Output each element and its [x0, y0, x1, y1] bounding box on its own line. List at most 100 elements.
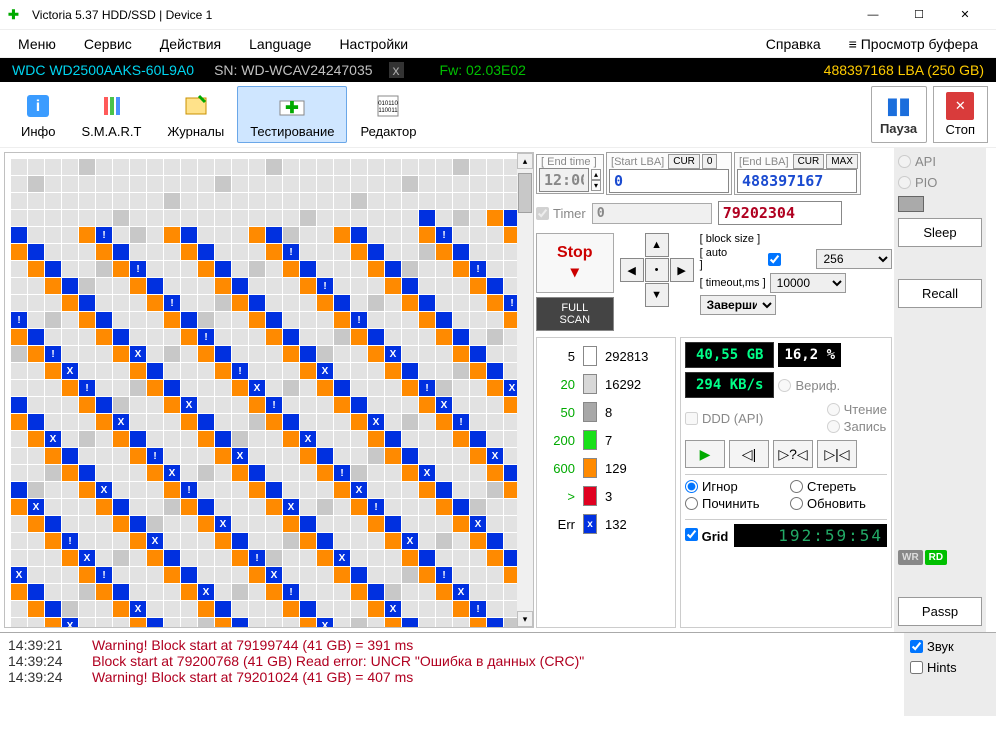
t50-label: 50 — [543, 405, 575, 420]
tab-smart[interactable]: S.M.A.R.T — [68, 86, 154, 143]
fix-radio[interactable]: Починить — [685, 496, 782, 511]
menu-actions[interactable]: Действия — [146, 32, 235, 56]
tgt-color — [583, 486, 597, 506]
end-time-input[interactable] — [539, 168, 589, 192]
svg-text:✚: ✚ — [286, 100, 299, 117]
t50-value: 8 — [605, 405, 612, 420]
start-zero-button[interactable]: 0 — [702, 154, 718, 169]
nav-down-icon[interactable]: ▼ — [645, 283, 669, 307]
tab-smart-label: S.M.A.R.T — [81, 124, 141, 139]
testing-icon: ✚ — [276, 90, 308, 122]
timeout-select[interactable]: 10000 — [770, 273, 846, 293]
play-button[interactable]: ▶ — [685, 440, 725, 468]
tab-info[interactable]: i Инфо — [8, 86, 68, 143]
end-max-button[interactable]: MAX — [826, 154, 858, 169]
log-row: 14:39:24Warning! Block start at 79201024… — [8, 669, 896, 685]
start-cur-button[interactable]: CUR — [668, 154, 700, 169]
tab-editor-label: Редактор — [360, 124, 416, 139]
nav-left-icon[interactable]: ◀ — [620, 258, 644, 282]
tab-editor[interactable]: 010110110011 Редактор — [347, 86, 429, 143]
current-lba: 79202304 — [718, 201, 842, 225]
start-lba-label: [Start LBA] — [609, 156, 666, 168]
menu-main[interactable]: Меню — [4, 32, 70, 56]
tab-journals[interactable]: Журналы — [154, 86, 237, 143]
nav-center-icon[interactable]: • — [645, 258, 669, 282]
progress-gb: 40,55 GB — [685, 342, 774, 368]
window-title: Victoria 5.37 HDD/SSD | Device 1 — [32, 8, 212, 22]
svg-text:i: i — [36, 98, 40, 115]
nav-right-icon[interactable]: ▶ — [670, 258, 694, 282]
read-radio[interactable]: Чтение — [827, 402, 887, 417]
device-close-icon[interactable]: x — [389, 62, 404, 78]
ignore-radio[interactable]: Игнор — [685, 479, 782, 494]
t600-value: 129 — [605, 461, 627, 476]
menu-service[interactable]: Сервис — [70, 32, 146, 56]
tgt-value: 3 — [605, 489, 612, 504]
scroll-up-icon[interactable]: ▴ — [517, 153, 533, 169]
time-down-icon[interactable]: ▾ — [591, 180, 601, 191]
end-lba-input[interactable] — [737, 169, 857, 193]
nav-up-icon[interactable]: ▲ — [645, 233, 669, 257]
rd-indicator: RD — [925, 550, 947, 565]
maximize-button[interactable]: ☐ — [896, 0, 942, 30]
scroll-thumb[interactable] — [518, 173, 532, 213]
device-model: WDC WD2500AAKS-60L9A0 — [2, 62, 204, 78]
menu-settings[interactable]: Настройки — [325, 32, 422, 56]
minimize-button[interactable]: — — [850, 0, 896, 30]
menu-buffer-view[interactable]: ≡ Просмотр буфера — [835, 32, 992, 56]
status-panel: 40,55 GB 16,2 % 294 KB/s Вериф. DDD (API… — [680, 337, 892, 628]
menu-help[interactable]: Справка — [752, 32, 835, 56]
grid-scrollbar[interactable]: ▴ ▾ — [517, 153, 533, 627]
stop-button[interactable]: ✕ Стоп — [933, 86, 988, 143]
terr-color: x — [583, 514, 597, 534]
time-up-icon[interactable]: ▴ — [591, 169, 601, 180]
pause-icon: ▮▮ — [886, 93, 910, 119]
recall-button[interactable]: Recall — [898, 279, 982, 308]
menu-language[interactable]: Language — [235, 32, 325, 56]
log-body[interactable]: 14:39:21Warning! Block start at 79199744… — [0, 633, 904, 716]
tab-testing-label: Тестирование — [250, 124, 334, 139]
update-radio[interactable]: Обновить — [790, 496, 887, 511]
sound-checkbox[interactable]: Звук — [910, 639, 990, 654]
close-button[interactable]: ✕ — [942, 0, 988, 30]
pio-radio[interactable]: PIO — [898, 175, 982, 190]
right-pane: API PIO Sleep Recall WR RD Passp — [894, 148, 986, 632]
step-fwd-button[interactable]: ▷|◁ — [817, 440, 857, 468]
ddd-checkbox[interactable]: DDD (API) — [685, 411, 763, 426]
start-lba-input[interactable] — [609, 169, 729, 193]
finish-select[interactable]: Завершить — [700, 295, 776, 315]
log-ts: 14:39:24 — [8, 669, 80, 685]
hints-checkbox[interactable]: Hints — [910, 660, 990, 675]
terr-value: 132 — [605, 517, 627, 532]
grid-checkbox[interactable]: Grid — [685, 528, 728, 544]
full-scan-button[interactable]: FULL SCAN — [536, 297, 614, 331]
svg-text:010110: 010110 — [379, 101, 399, 107]
timer-checkbox[interactable]: Timer — [536, 206, 586, 221]
pause-button[interactable]: ▮▮ Пауза — [871, 86, 927, 143]
tab-testing[interactable]: ✚ Тестирование — [237, 86, 347, 143]
timing-panel: 5292813 2016292 508 2007 600129 >3 Errx1… — [536, 337, 676, 628]
passp-button[interactable]: Passp — [898, 597, 982, 626]
block-grid[interactable]: !!!!!!!!!!!!XXX!X!X!XX!XXX!XX!XXX!XX!X!X… — [4, 152, 534, 628]
terr-label: Err — [543, 517, 575, 532]
api-radio[interactable]: API — [898, 154, 982, 169]
elapsed-time: 192:59:54 — [734, 524, 887, 547]
t600-label: 600 — [543, 461, 575, 476]
end-cur-button[interactable]: CUR — [793, 154, 825, 169]
block-size-select[interactable]: 256 — [816, 249, 892, 269]
auto-checkbox[interactable] — [737, 253, 812, 266]
write-radio[interactable]: Запись — [827, 419, 887, 434]
t600-color — [583, 458, 597, 478]
t5-value: 292813 — [605, 349, 648, 364]
random-button[interactable]: ▷?◁ — [773, 440, 813, 468]
sleep-button[interactable]: Sleep — [898, 218, 982, 247]
erase-radio[interactable]: Стереть — [790, 479, 887, 494]
end-time-box: [ End time ] ▴ ▾ — [536, 154, 604, 194]
verify-radio[interactable]: Вериф. — [778, 378, 840, 393]
scroll-down-icon[interactable]: ▾ — [517, 611, 533, 627]
timer-value — [592, 203, 712, 224]
log-msg: Warning! Block start at 79199744 (41 GB)… — [92, 637, 413, 653]
scan-stop-button[interactable]: Stop ▾ — [536, 233, 614, 293]
step-back-button[interactable]: ◁| — [729, 440, 769, 468]
device-info-strip: WDC WD2500AAKS-60L9A0 SN: WD-WCAV2424703… — [0, 58, 996, 82]
